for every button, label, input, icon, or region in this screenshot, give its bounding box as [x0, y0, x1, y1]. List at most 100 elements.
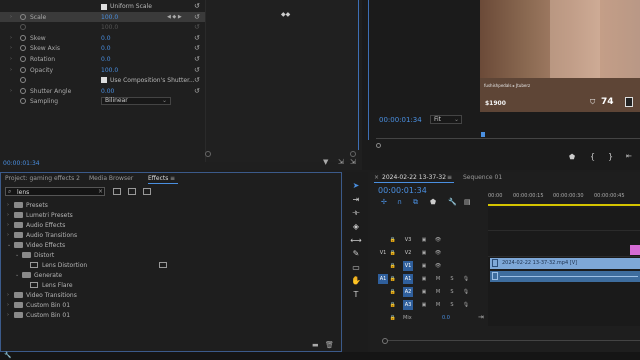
source-patch-v1[interactable]: V1 [378, 248, 388, 258]
monitor-scroll-handle[interactable] [376, 143, 381, 148]
go-to-in-icon[interactable]: ⇤ [626, 152, 632, 160]
scroll-handle-right[interactable] [350, 151, 356, 157]
tree-item[interactable]: › Audio Transitions [3, 230, 339, 240]
checkbox-icon[interactable] [101, 3, 107, 10]
timeline-track-area[interactable]: 2024-02-22 13-37-32.mp4 [V] [488, 208, 640, 326]
property-row-rotation[interactable]: › Rotation 0.0 ↺ [0, 54, 205, 64]
reset-icon[interactable]: ↺ [194, 76, 200, 84]
microphone-icon[interactable]: 🎙 [461, 274, 471, 284]
reset-icon[interactable]: ↺ [194, 55, 200, 63]
monitor-playhead[interactable] [481, 132, 485, 137]
property-row-opacity[interactable]: › Opacity 100.0 ↺ [0, 65, 205, 75]
snap-icon[interactable]: ✢ [381, 198, 387, 206]
trash-icon[interactable]: 🗑 [325, 341, 334, 349]
lock-icon[interactable]: 🔒 [388, 313, 398, 323]
timeline-scrollbar[interactable] [388, 340, 640, 341]
mark-out-icon[interactable]: } [608, 152, 613, 161]
tab-sequence-01[interactable]: Sequence 01 [463, 174, 502, 181]
timeline-ruler[interactable]: 00:00 00:00:00:15 00:00:00:30 00:00:00:4… [488, 190, 640, 206]
scroll-handle-left[interactable] [205, 151, 211, 157]
rectangle-tool-icon[interactable]: ▭ [350, 262, 362, 274]
slip-tool-icon[interactable]: ⟷ [350, 235, 362, 247]
export-icon[interactable]: ⇲ [338, 158, 344, 166]
adjustment-clip[interactable] [630, 245, 640, 255]
tree-item[interactable]: › Custom Bin 01 [3, 310, 339, 320]
wrench-icon[interactable]: 🔧 [4, 352, 11, 359]
eye-icon[interactable]: 👁 [433, 261, 443, 271]
program-video-frame[interactable]: fushishpedals ▸ Jtuberz $1900 ⛉ 74 [480, 0, 640, 112]
sampling-select[interactable]: Bilinear ⌄ [101, 97, 171, 105]
chevron-right-icon[interactable]: › [10, 14, 12, 20]
marker-icon[interactable]: ⬟ [569, 153, 575, 161]
close-icon[interactable]: × [374, 174, 379, 181]
chevron-right-icon[interactable]: › [7, 292, 9, 298]
property-value[interactable]: 0.0 [101, 56, 111, 63]
video-clip[interactable]: 2024-02-22 13-37-32.mp4 [V] [490, 258, 640, 269]
lock-icon[interactable]: 🔒 [388, 274, 398, 284]
solo-icon[interactable]: S [447, 274, 457, 284]
monitor-ruler[interactable] [376, 138, 640, 139]
chevron-right-icon[interactable]: › [7, 222, 9, 228]
razor-tool-icon[interactable]: ◈ [350, 221, 362, 233]
tree-item[interactable]: › Lumetri Presets [3, 210, 339, 220]
keyframe-icon[interactable]: ◆◆ [281, 11, 290, 18]
track-target-a1[interactable]: A1 [403, 274, 413, 284]
hand-tool-icon[interactable]: ✋ [350, 275, 362, 287]
eye-icon[interactable]: 👁 [433, 235, 443, 245]
new-bin-icon[interactable]: ▬ [312, 341, 319, 349]
tab-project[interactable]: Project: gaming effects 2 [5, 175, 80, 182]
track-target-v1[interactable]: V1 [403, 261, 413, 271]
tree-item[interactable]: ⌄ Generate [3, 270, 339, 280]
source-patch-a1[interactable]: A1 [378, 274, 388, 284]
mute-icon[interactable]: M [433, 287, 443, 297]
composition-shutter-checkbox[interactable]: Use Composition's Shutter... [101, 77, 195, 84]
reset-icon[interactable]: ↺ [194, 2, 200, 10]
lock-icon[interactable]: 🔒 [388, 235, 398, 245]
property-value[interactable]: 100.0 [101, 14, 118, 21]
chevron-right-icon[interactable]: › [7, 202, 9, 208]
tree-item[interactable]: › Presets [3, 200, 339, 210]
property-row-skew[interactable]: › Skew 0.0 ↺ [0, 33, 205, 43]
lock-icon[interactable]: 🔒 [388, 300, 398, 310]
chevron-right-icon[interactable]: › [7, 212, 9, 218]
track-target-v2[interactable]: V2 [403, 248, 413, 258]
audio-clip[interactable] [490, 271, 640, 282]
search-input[interactable]: lens [17, 189, 29, 196]
chevron-right-icon[interactable]: › [10, 88, 12, 94]
property-row-shutter-angle[interactable]: › Shutter Angle 0.00 ↺ [0, 86, 205, 96]
tree-item[interactable]: ⌄ Distort [3, 250, 339, 260]
checkbox-icon[interactable] [101, 77, 107, 83]
chevron-right-icon[interactable]: › [10, 35, 12, 41]
stopwatch-icon[interactable] [20, 45, 26, 51]
captions-icon[interactable]: ▤ [464, 198, 471, 206]
uniform-scale-checkbox[interactable]: Uniform Scale [101, 3, 152, 10]
property-value[interactable]: 0.0 [101, 35, 111, 42]
clear-icon[interactable]: × [98, 188, 103, 195]
tab-media-browser[interactable]: Media Browser [89, 175, 133, 182]
program-timecode[interactable]: 00:00:01:34 [379, 116, 422, 124]
keyframe-nav-icon[interactable]: ◀ ◆ ▶ [167, 14, 182, 20]
work-area-bar[interactable] [488, 204, 640, 206]
chevron-right-icon[interactable]: › [7, 232, 9, 238]
mix-value[interactable]: 0.0 [442, 315, 450, 321]
tab-sequence-current[interactable]: 2024-02-22 13-37-32 [382, 174, 446, 181]
chevron-right-icon[interactable]: › [7, 312, 9, 318]
mute-icon[interactable]: M [433, 274, 443, 284]
property-value[interactable]: 100.0 [101, 67, 118, 74]
pen-tool-icon[interactable]: ✎ [350, 248, 362, 260]
tab-effects[interactable]: Effects [148, 175, 168, 182]
tree-item[interactable]: › Custom Bin 01 [3, 300, 339, 310]
yuv-effects-icon[interactable] [143, 188, 151, 195]
reset-icon[interactable]: ↺ [194, 13, 200, 21]
property-row-composition-shutter[interactable]: Use Composition's Shutter... ↺ [0, 75, 205, 85]
property-row-scale[interactable]: › Scale 100.0 ◀ ◆ ▶ ↺ [0, 12, 205, 22]
effect-controls-timecode[interactable]: 00:00:01:34 [3, 160, 40, 167]
effects-search-box[interactable]: ⌕ lens × [5, 187, 105, 196]
track-select-tool-icon[interactable]: ⇥ [350, 194, 362, 206]
mark-in-icon[interactable]: { [590, 152, 595, 161]
ripple-edit-tool-icon[interactable]: ⟛ [350, 207, 362, 219]
lock-icon[interactable]: 🔒 [388, 248, 398, 258]
chevron-right-icon[interactable]: › [10, 67, 12, 73]
tree-item[interactable]: › Video Transitions [3, 290, 339, 300]
reset-icon[interactable]: ↺ [194, 66, 200, 74]
